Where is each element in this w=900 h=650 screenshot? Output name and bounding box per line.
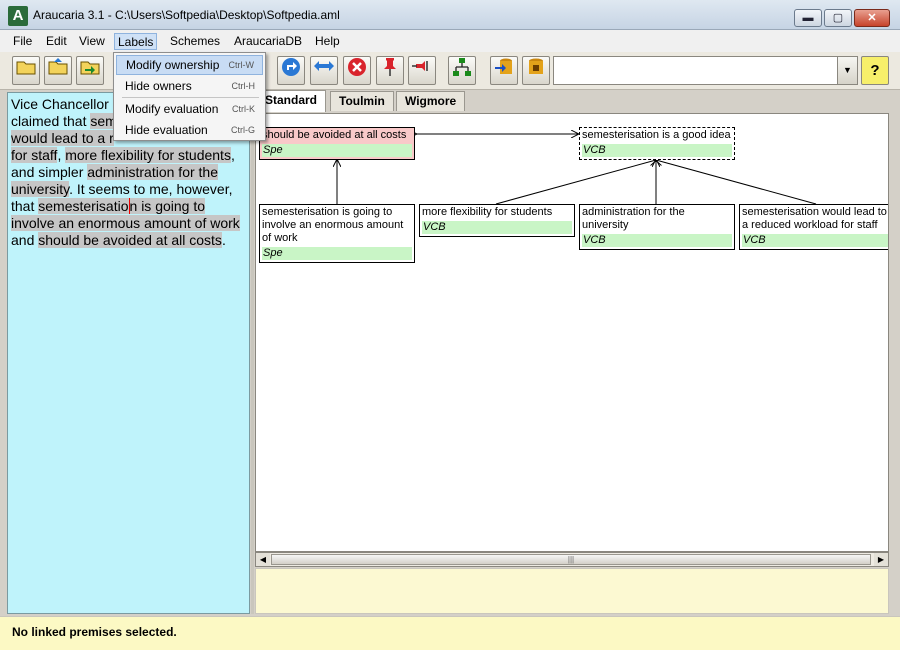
- scroll-thumb[interactable]: |||: [271, 554, 871, 565]
- node-owner: VCB: [582, 234, 732, 247]
- open-folder-icon[interactable]: [12, 56, 40, 85]
- node-owner: VCB: [582, 144, 732, 157]
- text-segment-highlight: for staff: [11, 147, 58, 163]
- text-segment: Vice Chancellor: [11, 96, 109, 112]
- menu-item-label: Modify evaluation: [125, 102, 219, 116]
- menu-item-label: Hide evaluation: [125, 123, 208, 137]
- panel-splitter[interactable]: [251, 92, 254, 614]
- scheme-combo[interactable]: ▼: [553, 56, 858, 85]
- horizontal-scrollbar[interactable]: ◀ ||| ▶: [255, 552, 889, 567]
- node-text: semesterisation would lead to a reduced …: [742, 206, 887, 231]
- status-text: No linked premises selected.: [12, 625, 177, 639]
- source-text-panel[interactable]: Vice Chancellor claimed that sem would l…: [7, 92, 250, 614]
- link-arrows-icon[interactable]: [310, 56, 338, 85]
- diagram-node[interactable]: more flexibility for students VCB: [419, 204, 575, 237]
- menu-item-label: Hide owners: [125, 79, 192, 93]
- status-bar: No linked premises selected.: [0, 616, 900, 650]
- diagram-node[interactable]: semesterisation is a good idea VCB: [579, 127, 735, 160]
- text-segment-highlight: would lead to a r: [11, 130, 114, 146]
- text-segment-highlight: more flexibility for students: [65, 147, 231, 163]
- node-owner: VCB: [742, 234, 888, 247]
- diagram-links: [256, 114, 817, 205]
- tab-standard[interactable]: Standard: [256, 90, 327, 112]
- menu-item-shortcut: Ctrl-W: [228, 60, 255, 70]
- menu-item-hide-owners[interactable]: Hide owners Ctrl-H: [116, 76, 263, 96]
- title-bar: A Araucaria 3.1 - C:\Users\Softpedia\Des…: [0, 0, 900, 30]
- diagram-node[interactable]: semesterisation would lead to a reduced …: [739, 204, 888, 250]
- scroll-left-icon[interactable]: ◀: [256, 553, 270, 566]
- import-icon[interactable]: [76, 56, 104, 85]
- help-icon[interactable]: ?: [861, 56, 889, 85]
- node-owner: Spe: [262, 144, 412, 157]
- maximize-button[interactable]: ▢: [824, 9, 852, 27]
- menu-edit[interactable]: Edit: [43, 33, 70, 50]
- menu-item-modify-evaluation[interactable]: Modify evaluation Ctrl-K: [116, 99, 263, 119]
- node-text: should be avoided at all costs: [262, 129, 407, 141]
- menu-file[interactable]: File: [10, 33, 35, 50]
- labels-menu-dropdown: Modify ownership Ctrl-W Hide owners Ctrl…: [113, 52, 266, 141]
- node-owner: Spe: [262, 247, 412, 260]
- node-text: semesterisation is a good idea: [582, 129, 731, 141]
- menu-schemes[interactable]: Schemes: [167, 33, 223, 50]
- diagram-canvas[interactable]: should be avoided at all costs Spe semes…: [255, 113, 889, 552]
- text-segment-highlight: should be avoided at all costs: [38, 232, 222, 248]
- diagram-node[interactable]: semesterisation is going to involve an e…: [259, 204, 415, 263]
- text-segment: .: [221, 232, 226, 248]
- node-text: administration for the university: [582, 206, 685, 231]
- evaluation-area: [255, 568, 889, 614]
- menu-item-modify-ownership[interactable]: Modify ownership Ctrl-W: [116, 55, 263, 75]
- menu-labels[interactable]: Labels: [114, 33, 158, 50]
- delete-icon[interactable]: [343, 56, 371, 85]
- menu-separator: [122, 97, 259, 98]
- menu-araucariadb[interactable]: AraucariaDB: [231, 33, 305, 50]
- menu-item-label: Modify ownership: [126, 58, 220, 72]
- node-text: more flexibility for students: [422, 206, 553, 218]
- open-database-icon[interactable]: [44, 56, 72, 85]
- menu-item-hide-evaluation[interactable]: Hide evaluation Ctrl-G: [116, 120, 263, 140]
- tree-icon[interactable]: [448, 56, 476, 85]
- app-icon: A: [8, 6, 28, 26]
- node-text: semesterisation is going to involve an e…: [262, 206, 404, 244]
- diagram-node[interactable]: administration for the university VCB: [579, 204, 735, 250]
- unpin-icon[interactable]: [408, 56, 436, 85]
- redo-arrow-icon[interactable]: [277, 56, 305, 85]
- menu-item-shortcut: Ctrl-K: [232, 104, 255, 114]
- text-segment-highlight: semesterisatio: [38, 198, 129, 214]
- menu-bar: File Edit View Labels Schemes AraucariaD…: [0, 30, 900, 52]
- menu-item-shortcut: Ctrl-H: [231, 81, 256, 91]
- tab-wigmore[interactable]: Wigmore: [396, 91, 466, 111]
- menu-help[interactable]: Help: [312, 33, 343, 50]
- node-owner: VCB: [422, 221, 572, 234]
- close-button[interactable]: ✕: [854, 9, 890, 27]
- db-load-icon[interactable]: [522, 56, 550, 85]
- scroll-right-icon[interactable]: ▶: [874, 553, 888, 566]
- tab-toulmin[interactable]: Toulmin: [330, 91, 394, 111]
- db-save-icon[interactable]: [490, 56, 518, 85]
- minimize-button[interactable]: ▬: [794, 9, 822, 27]
- pin-icon[interactable]: [376, 56, 404, 85]
- chevron-down-icon[interactable]: ▼: [837, 57, 857, 84]
- diagram-node[interactable]: should be avoided at all costs Spe: [259, 127, 415, 160]
- menu-item-shortcut: Ctrl-G: [231, 125, 255, 135]
- window-title: Araucaria 3.1 - C:\Users\Softpedia\Deskt…: [33, 8, 340, 22]
- menu-view[interactable]: View: [76, 33, 108, 50]
- text-segment: and: [11, 232, 39, 248]
- text-segment: claimed that: [11, 113, 91, 129]
